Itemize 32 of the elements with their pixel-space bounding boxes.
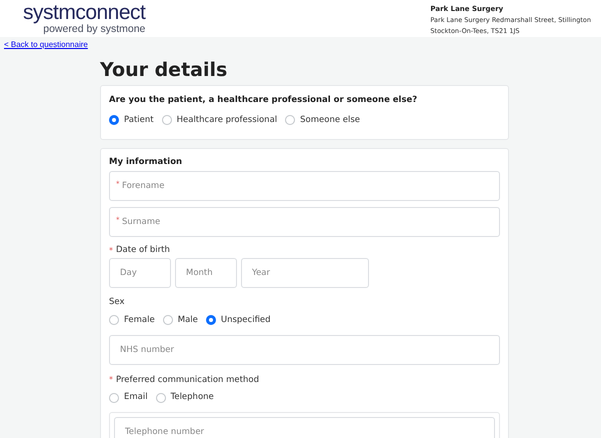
radio-label: Email <box>124 391 148 404</box>
radio-label: Unspecified <box>220 314 271 326</box>
input-field[interactable]: Year <box>241 258 369 288</box>
required-mark: * <box>109 244 113 257</box>
logo-tagline: powered by systmone <box>43 24 146 34</box>
input-field[interactable]: Month <box>175 258 237 288</box>
logo: systmconnect <box>23 2 146 23</box>
radio-label: Female <box>124 314 155 326</box>
page-title: Your details <box>100 61 228 80</box>
radio-label: Telephone <box>170 391 214 404</box>
section-heading: My information <box>109 156 184 168</box>
input-field[interactable]: Telephone number <box>114 417 495 438</box>
radio-button[interactable] <box>162 115 172 126</box>
input-field[interactable]: NHS number <box>109 334 500 364</box>
back-link[interactable]: < Back to questionnaire <box>4 39 88 51</box>
radio-label: Someone else <box>300 114 360 126</box>
question-text: Are you the patient, a healthcare professional or someone else? <box>109 94 418 107</box>
radio-button[interactable] <box>109 392 119 403</box>
radio-label: Healthcare professional <box>176 114 278 126</box>
input-field[interactable]: Day <box>109 258 171 288</box>
radio-button[interactable] <box>109 115 119 126</box>
field-label: Sex <box>109 296 125 309</box>
radio-label: Male <box>178 314 198 326</box>
field-label: Preferred communication method <box>116 374 259 386</box>
radio-button[interactable] <box>109 315 119 326</box>
radio-button[interactable] <box>162 315 173 326</box>
radio-button[interactable] <box>206 315 216 326</box>
radio-label: Patient <box>124 114 154 126</box>
radio-button[interactable] <box>156 392 166 403</box>
radio-button[interactable] <box>285 115 296 126</box>
field-label: Date of birth <box>116 244 170 257</box>
required-mark: * <box>109 374 113 386</box>
